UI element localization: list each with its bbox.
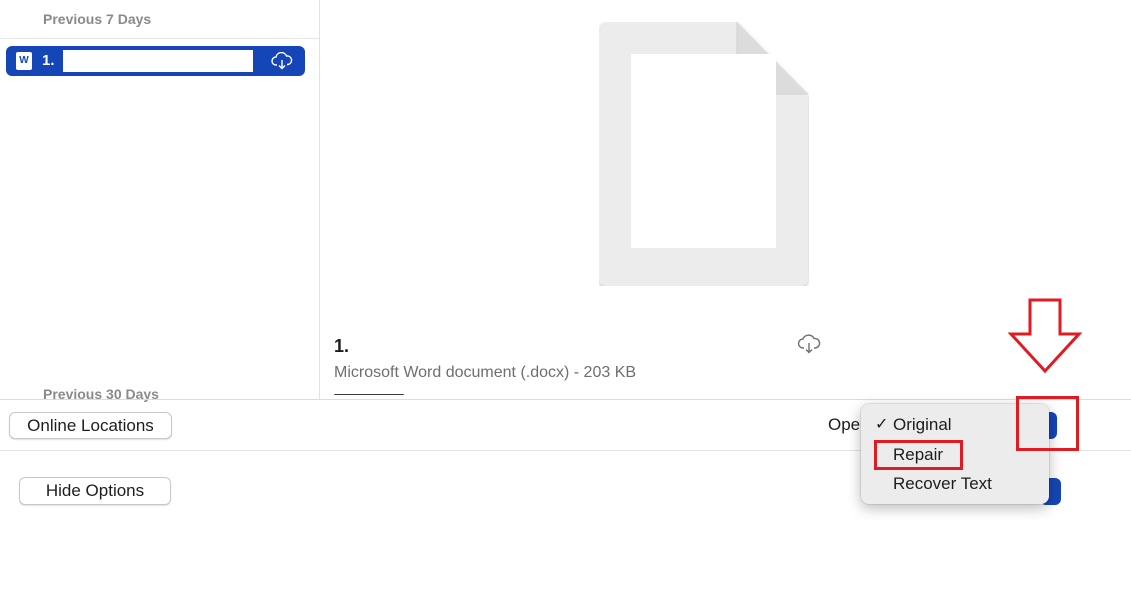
online-locations-button[interactable]: Online Locations	[9, 412, 172, 439]
cloud-download-icon[interactable]	[797, 334, 821, 359]
repair-highlight-box	[874, 440, 963, 470]
word-doc-icon: W	[16, 52, 32, 70]
document-preview-icon	[599, 22, 809, 286]
cloud-download-icon[interactable]	[258, 46, 305, 76]
hide-options-button[interactable]: Hide Options	[19, 477, 171, 505]
dropdown-highlight-box	[1016, 396, 1079, 451]
menu-item-recover-text[interactable]: Recover Text	[861, 470, 1049, 498]
open-mode-label: Ope	[828, 415, 861, 434]
recent-file-label: 1.	[42, 52, 55, 69]
footer-divider	[0, 399, 1131, 400]
section-label-previous-7-days: Previous 7 Days	[43, 11, 152, 27]
recent-file-name-redacted	[63, 50, 253, 72]
checkmark-icon: ✓	[875, 416, 889, 433]
sidebar: Previous 7 Days W 1. Previous 30 Days	[0, 0, 320, 402]
preview-file-meta: Microsoft Word document (.docx) - 203 KB	[334, 364, 637, 381]
down-arrow-icon	[1007, 298, 1083, 379]
preview-file-title: 1.	[334, 336, 350, 356]
recent-file-item[interactable]: W 1.	[6, 46, 305, 76]
sidebar-divider	[0, 38, 319, 39]
